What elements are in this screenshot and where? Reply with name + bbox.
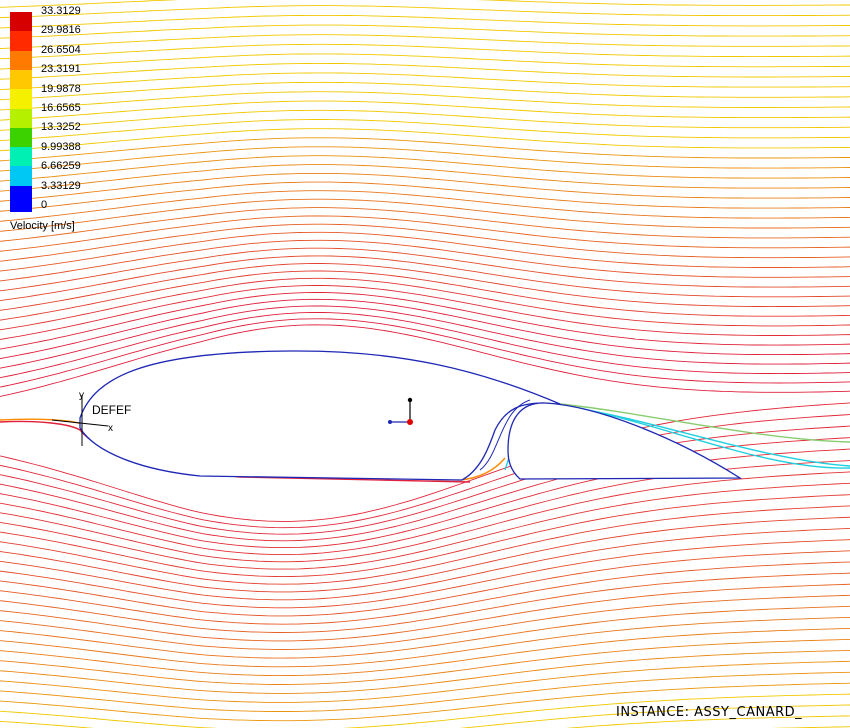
legend-tick-label: 3.33129 — [41, 179, 81, 192]
legend-swatch — [10, 69, 32, 90]
streamline — [0, 277, 850, 331]
legend-swatch — [10, 185, 32, 212]
legend-tick-label: 26.6504 — [41, 43, 81, 56]
legend-tick-label: 19.9878 — [41, 82, 81, 95]
streamline — [0, 583, 850, 642]
triad-x-label: x — [108, 423, 113, 434]
legend-swatch — [10, 89, 32, 110]
legend-swatch — [10, 127, 32, 148]
streamline — [0, 298, 850, 360]
results-viewport[interactable]: y x DEFEF 33.3129 29.9816 26.6504 23.3191 19… — [0, 0, 850, 728]
streamline — [0, 660, 850, 703]
legend-swatch — [10, 50, 32, 71]
legend-swatch — [10, 12, 32, 32]
velocity-legend: 33.3129 29.9816 26.6504 23.3191 19.9878 16.65… — [10, 6, 130, 236]
streamline — [0, 572, 850, 633]
legend-tick-label: 33.3129 — [41, 5, 81, 17]
legend-tick-label: 0 — [41, 199, 48, 211]
legend-tick-label: 29.9816 — [41, 24, 81, 37]
streamline — [0, 627, 850, 677]
streamline — [0, 605, 850, 659]
streamline — [0, 516, 850, 593]
streamline — [0, 239, 850, 282]
canard-flap-outline — [507, 402, 743, 480]
streamline — [0, 292, 850, 350]
triad-y-label: y — [79, 390, 84, 401]
streamline — [0, 255, 850, 302]
legend-swatch — [10, 147, 32, 168]
legend-tick-label: 23.3191 — [41, 63, 81, 76]
legend-swatch — [10, 166, 32, 187]
instance-label: INSTANCE: ASSY_CANARD_ — [616, 705, 803, 720]
legend-swatch — [10, 31, 32, 52]
legend-swatch — [10, 108, 32, 129]
streamline — [0, 247, 850, 292]
streamline — [0, 550, 850, 617]
streamline — [0, 616, 850, 668]
streamline — [0, 505, 850, 585]
streamline — [0, 527, 850, 601]
legend-tick-label: 6.66259 — [41, 160, 81, 173]
legend-tick-label: 13.3252 — [41, 121, 81, 134]
streamline — [0, 231, 850, 272]
triad-tag: DEFEF — [92, 403, 132, 417]
legend-tick-label: 16.6565 — [41, 102, 81, 114]
legend-title: Velocity [m/s] — [10, 220, 75, 232]
legend-tick-label: 9.99388 — [41, 140, 81, 153]
